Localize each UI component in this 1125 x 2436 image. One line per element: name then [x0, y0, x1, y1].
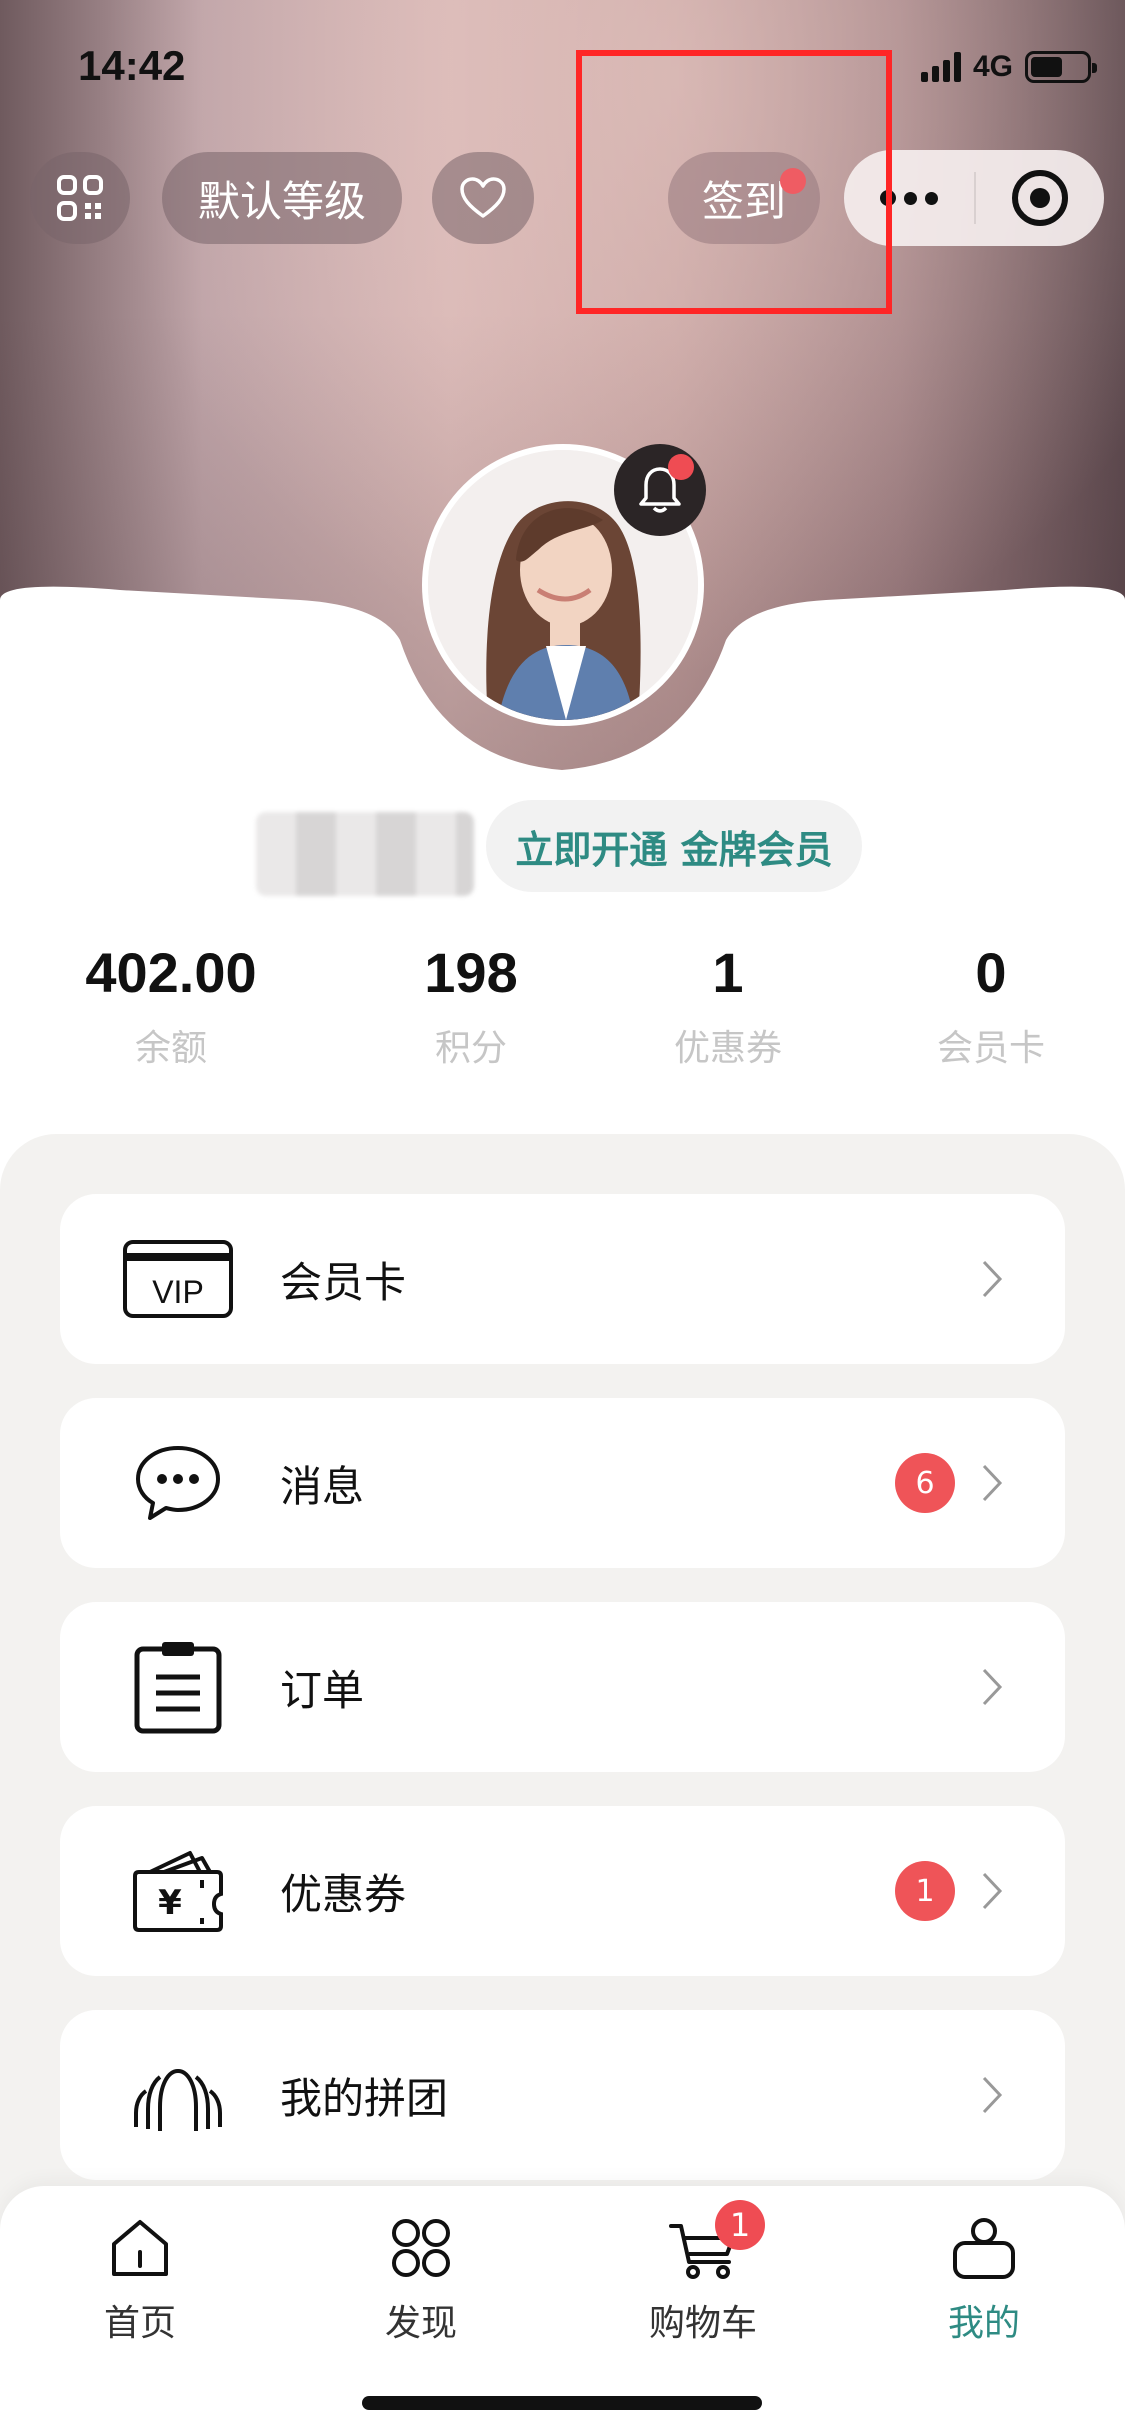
stat-label: 优惠券 — [673, 1028, 782, 1069]
grid-four-icon — [321, 2206, 521, 2290]
stat-label: 会员卡 — [936, 1028, 1045, 1069]
chevron-right-icon — [977, 1667, 1007, 1707]
tab-label: 我的 — [947, 2303, 1020, 2344]
unread-count-badge: 6 — [895, 1453, 955, 1513]
cart-count-badge: 1 — [715, 2200, 765, 2250]
menu-item-label: 我的拼团 — [280, 2073, 449, 2123]
menu-item-messages[interactable]: 消息 6 — [60, 1398, 1065, 1568]
group-icon — [118, 2055, 238, 2135]
menu-item-label: 消息 — [280, 1461, 365, 1511]
stat-member-cards[interactable]: 0 会员卡 — [851, 940, 1125, 1071]
status-time: 14:42 — [78, 42, 186, 89]
stat-label: 积分 — [434, 1028, 507, 1069]
heart-icon — [460, 177, 506, 218]
chevron-right-icon — [977, 1463, 1007, 1503]
menu-item-label: 优惠券 — [280, 1869, 407, 1919]
chevron-right-icon — [977, 1871, 1007, 1911]
cart-icon: 1 — [603, 2200, 803, 2290]
network-type: 4G — [972, 50, 1013, 83]
menu-item-label: 订单 — [280, 1665, 365, 1715]
vip-card-icon: VIP — [118, 1239, 238, 1319]
stat-value: 198 — [424, 941, 518, 1004]
coupon-count-badge: 1 — [895, 1861, 955, 1921]
tab-mine[interactable]: 我的 — [884, 2206, 1084, 2346]
tab-label: 发现 — [384, 2303, 457, 2344]
home-icon — [40, 2206, 240, 2290]
tab-label: 首页 — [103, 2303, 176, 2344]
chevron-right-icon — [977, 1259, 1007, 1299]
stat-value: 0 — [975, 941, 1007, 1004]
member-level-button[interactable]: 默认等级 — [162, 152, 402, 244]
menu-item-orders[interactable]: 订单 — [60, 1602, 1065, 1772]
clipboard-icon — [118, 1639, 238, 1735]
wallet-coupon-icon: ¥ — [118, 1848, 238, 1934]
stat-points[interactable]: 198 积分 — [331, 940, 611, 1071]
stat-label: 余额 — [134, 1028, 207, 1069]
menu-item-group-buy[interactable]: 我的拼团 — [60, 2010, 1065, 2180]
qr-code-icon — [57, 175, 103, 221]
battery-icon — [1025, 51, 1097, 83]
favorites-button[interactable] — [432, 152, 534, 244]
home-indicator — [362, 2396, 762, 2410]
svg-text:¥: ¥ — [158, 1883, 182, 1923]
tab-cart[interactable]: 1 购物车 — [603, 2200, 803, 2346]
username-blurred — [256, 812, 474, 896]
close-miniprogram-button[interactable] — [976, 170, 1104, 226]
user-icon — [884, 2206, 1084, 2290]
tab-label: 购物车 — [648, 2303, 757, 2344]
tab-home[interactable]: 首页 — [40, 2206, 240, 2346]
menu-item-member-card[interactable]: VIP 会员卡 — [60, 1194, 1065, 1364]
stat-coupons[interactable]: 1 优惠券 — [588, 940, 868, 1071]
stat-balance[interactable]: 402.00 余额 — [31, 940, 311, 1071]
notification-bell-button[interactable] — [614, 444, 706, 536]
stat-value: 1 — [712, 941, 744, 1004]
target-icon — [1012, 170, 1068, 226]
bell-notification-dot — [668, 454, 694, 480]
stat-value: 402.00 — [85, 941, 257, 1004]
vip-icon-text: VIP — [152, 1274, 204, 1310]
open-gold-membership-button[interactable]: 立即开通 金牌会员 — [486, 800, 862, 892]
menu-item-coupons[interactable]: ¥ 优惠券 1 — [60, 1806, 1065, 1976]
menu-item-label: 会员卡 — [280, 1257, 407, 1307]
chevron-right-icon — [977, 2075, 1007, 2115]
chat-bubble-icon — [118, 1443, 238, 1523]
annotation-highlight-box — [576, 50, 892, 314]
qr-code-button[interactable] — [30, 152, 130, 244]
status-indicators: 4G — [920, 50, 1097, 84]
tab-discover[interactable]: 发现 — [321, 2206, 521, 2346]
signal-icon — [920, 52, 961, 82]
